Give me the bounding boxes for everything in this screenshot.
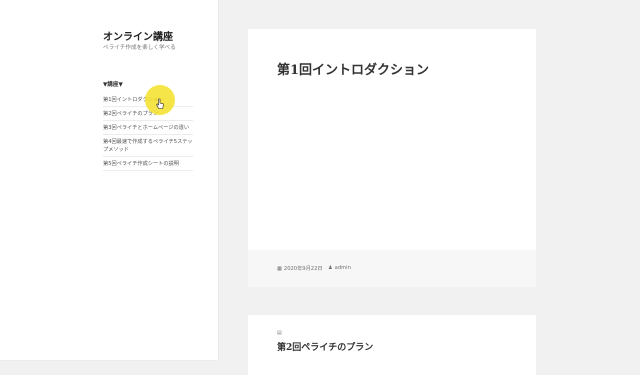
post-author-text: admin	[334, 265, 351, 271]
next-post-title[interactable]: 第2回ペライチのプラン	[277, 340, 373, 353]
menu-item-lesson-3[interactable]: 第3回ペライチとホームページの違い	[103, 121, 193, 135]
user-icon: ♟	[328, 265, 333, 271]
post-title[interactable]: 第1回イントロダクション	[277, 59, 429, 78]
post-date-text: 2020年9月22日	[283, 266, 323, 272]
site-title[interactable]: オンライン講座	[103, 28, 173, 43]
hand-cursor-icon	[156, 98, 164, 109]
widget-title: ▼講座▼	[103, 82, 123, 88]
menu-item-lesson-5[interactable]: 第5回ペライチ作成シートの説明	[103, 157, 193, 171]
calendar-icon: ▦	[277, 266, 282, 272]
post-card: 第1回イントロダクション ▦ 2020年9月22日 ♟ admin	[248, 29, 536, 287]
sidebar: オンライン講座 ペライチ作成を楽しく学べる ▼講座▼ 第1回イントロダクション …	[0, 0, 218, 360]
post-author[interactable]: ♟ admin	[328, 265, 351, 271]
next-post-card: ▤ 第2回ペライチのプラン	[248, 315, 536, 375]
post-footer: ▦ 2020年9月22日 ♟ admin	[248, 250, 536, 287]
site-description: ペライチ作成を楽しく学べる	[103, 45, 176, 51]
document-icon: ▤	[277, 330, 282, 336]
menu-item-lesson-4[interactable]: 第4回最速で作成するペライチ5ステップメソッド	[103, 135, 193, 157]
post-date[interactable]: ▦ 2020年9月22日	[277, 265, 323, 272]
